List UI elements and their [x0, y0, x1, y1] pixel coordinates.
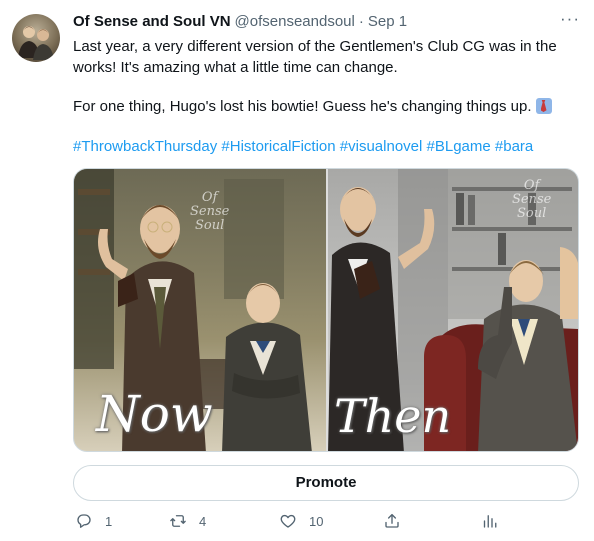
watermark-line: Of	[201, 190, 218, 205]
tweet-card[interactable]: Of Sense and Soul VN @ofsenseandsoul · S…	[0, 0, 594, 541]
reply-icon	[75, 512, 93, 530]
like-count: 10	[309, 513, 324, 529]
tweet-actions-bar: 1 4 10	[73, 512, 579, 536]
watermark-line: Of	[523, 178, 540, 193]
necktie-emoji-icon	[535, 98, 552, 114]
then-caption: Then	[334, 389, 452, 443]
share-button[interactable]	[383, 512, 401, 530]
watermark-line: Sense	[190, 204, 230, 219]
media-image-now[interactable]: Of Sense Soul Now	[74, 169, 326, 451]
hashtag-link[interactable]: #HistoricalFiction	[221, 138, 335, 155]
hashtag-link[interactable]: #bara	[495, 138, 533, 155]
promote-button[interactable]: Promote	[73, 465, 579, 501]
analytics-icon	[480, 512, 498, 530]
reply-count: 1	[105, 513, 113, 529]
watermark-line: Soul	[517, 206, 547, 221]
author-avatar[interactable]	[12, 14, 60, 62]
watermark-logo: Of Sense Soul	[512, 179, 551, 221]
retweet-count: 4	[199, 513, 207, 529]
reply-button[interactable]: 1	[75, 512, 112, 530]
tweet-date[interactable]: Sep 1	[368, 13, 407, 30]
watermark-line: Sense	[512, 192, 552, 207]
author-handle[interactable]: @ofsenseandsoul	[235, 13, 355, 30]
hashtag-list: #ThrowbackThursday #HistoricalFiction #v…	[73, 136, 533, 157]
tweet-header: Of Sense and Soul VN @ofsenseandsoul · S…	[73, 13, 407, 33]
tweet-text-paragraph-2-text: For one thing, Hugo's lost his bowtie! G…	[73, 98, 532, 115]
like-icon	[279, 512, 297, 530]
hashtag-link[interactable]: #BLgame	[427, 138, 491, 155]
share-icon	[383, 512, 401, 530]
media-image-then[interactable]: Of Sense Soul Then	[328, 169, 578, 451]
separator: ·	[358, 13, 364, 30]
tweet-text-paragraph-1: Last year, a very different version of t…	[73, 38, 557, 76]
now-caption: Now	[96, 385, 213, 443]
author-name[interactable]: Of Sense and Soul VN	[73, 13, 231, 30]
retweet-icon	[169, 512, 187, 530]
tweet-media[interactable]: Of Sense Soul Now Of Sense Soul Then	[73, 168, 579, 452]
tweet-text-paragraph-2: For one thing, Hugo's lost his bowtie! G…	[73, 96, 573, 117]
like-button[interactable]: 10	[279, 512, 323, 530]
watermark-line: Soul	[195, 218, 225, 233]
watermark-logo: Of Sense Soul	[190, 191, 229, 233]
retweet-button[interactable]: 4	[169, 512, 206, 530]
analytics-button[interactable]	[480, 512, 498, 530]
more-options-button[interactable]: ···	[556, 10, 584, 32]
hashtag-link[interactable]: #ThrowbackThursday	[73, 138, 217, 155]
hashtag-link[interactable]: #visualnovel	[340, 138, 423, 155]
